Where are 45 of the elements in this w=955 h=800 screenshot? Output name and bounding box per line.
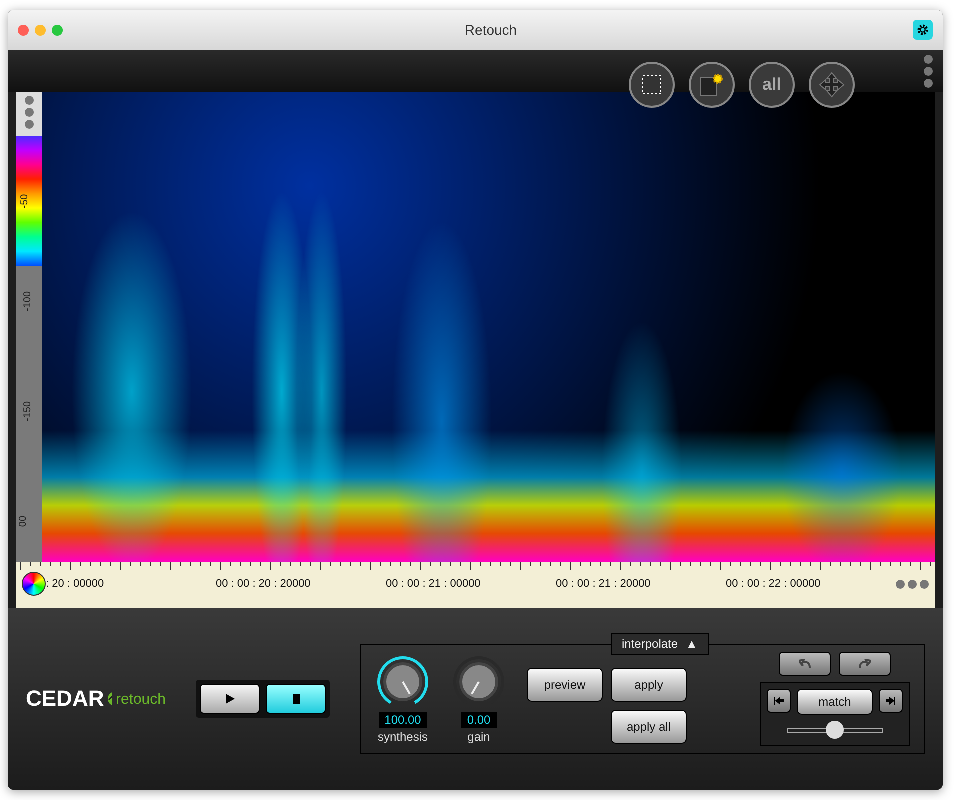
redo-button[interactable] <box>839 652 891 676</box>
stop-icon <box>292 694 300 704</box>
settings-button[interactable] <box>913 20 933 40</box>
knob-label: synthesis <box>378 730 428 744</box>
play-icon <box>226 694 234 704</box>
move-icon <box>819 72 845 98</box>
spectrogram[interactable] <box>42 92 935 562</box>
undo-button[interactable] <box>779 652 831 676</box>
jump-end-button[interactable] <box>879 689 903 713</box>
window-title: Retouch <box>464 22 518 38</box>
scale-label: 00 <box>18 516 30 528</box>
time-label: : 20 : 00000 <box>46 578 106 590</box>
selection-icon <box>641 74 663 96</box>
product-name: retouch <box>116 690 166 708</box>
close-button[interactable] <box>18 24 29 36</box>
settings-icon <box>916 23 930 37</box>
knob[interactable] <box>454 656 504 704</box>
time-label: 00 : 00 : 22 : 00000 <box>726 578 822 590</box>
bar-arrow-left-icon <box>774 697 784 705</box>
slider-thumb[interactable] <box>826 721 844 739</box>
stop-button[interactable] <box>266 684 326 714</box>
action-button[interactable]: apply <box>611 668 687 702</box>
knob-value: 0.00 <box>461 712 497 728</box>
action-button[interactable]: preview <box>527 668 603 702</box>
match-button[interactable]: match <box>797 689 873 715</box>
square-sun-icon <box>699 72 725 98</box>
scale-label: -50 <box>20 194 31 209</box>
arrow-bar-right-icon <box>886 697 896 705</box>
undo-icon <box>799 659 811 669</box>
knob-label: gain <box>468 730 490 744</box>
color-wheel-icon[interactable] <box>22 572 46 596</box>
jump-start-button[interactable] <box>767 689 791 713</box>
time-label: 00 : 00 : 20 : 20000 <box>216 578 312 590</box>
time-label: 00 : 00 : 21 : 20000 <box>556 578 652 590</box>
ruler-grip-icon[interactable] <box>896 580 929 588</box>
action-button[interactable]: apply all <box>611 710 687 744</box>
mode-dropdown[interactable]: interpolate ▲ <box>611 633 709 655</box>
knob-value: 100.00 <box>378 712 428 728</box>
panel-grip-icon[interactable] <box>924 55 933 88</box>
play-button[interactable] <box>200 684 260 714</box>
scale-label: -100 <box>22 292 34 312</box>
redo-icon <box>859 659 871 669</box>
scale-label: -150 <box>22 402 34 422</box>
brand-name: CEDAR <box>26 686 104 712</box>
time-label: 00 : 00 : 21 : 00000 <box>386 578 482 590</box>
